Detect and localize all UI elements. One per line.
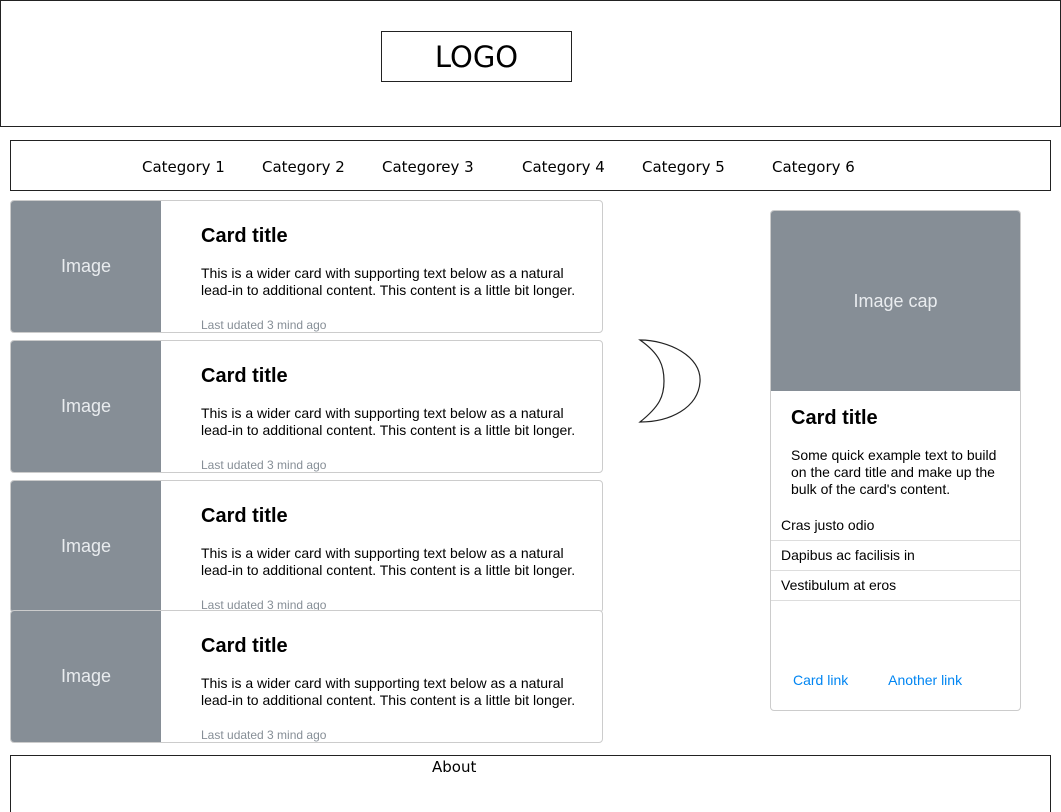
header: LOGO bbox=[0, 0, 1061, 127]
list-item[interactable]: Dapibus ac facilisis in bbox=[771, 541, 1020, 571]
card-title: Card title bbox=[201, 635, 288, 657]
card-updated-text: Last udated 3 mind ago bbox=[201, 728, 327, 742]
card-image: Image bbox=[11, 341, 161, 472]
category-nav: Category 1 Category 2 Categorey 3 Catego… bbox=[10, 140, 1051, 191]
card-title: Card title bbox=[201, 225, 288, 247]
card-image: Image bbox=[11, 201, 161, 332]
card-text: Some quick example text to build on the … bbox=[791, 447, 997, 497]
nav-item-category-4[interactable]: Category 4 bbox=[522, 158, 605, 176]
card-title: Card title bbox=[201, 365, 288, 387]
nav-item-category-1[interactable]: Category 1 bbox=[142, 158, 225, 176]
card-image: Image bbox=[11, 481, 161, 612]
about-link[interactable]: About bbox=[432, 758, 476, 776]
card-title: Card title bbox=[201, 505, 288, 527]
moon-shape-icon[interactable] bbox=[638, 338, 704, 424]
card-text: This is a wider card with supporting tex… bbox=[201, 675, 576, 708]
card-links: Card link Another link bbox=[793, 672, 962, 688]
another-link[interactable]: Another link bbox=[888, 672, 962, 688]
card-updated-text: Last udated 3 mind ago bbox=[201, 318, 327, 332]
card-title: Card title bbox=[791, 407, 878, 429]
card-text: This is a wider card with supporting tex… bbox=[201, 265, 576, 298]
horizontal-card[interactable]: Image Card title This is a wider card wi… bbox=[10, 200, 603, 333]
nav-item-category-5[interactable]: Category 5 bbox=[642, 158, 725, 176]
horizontal-card[interactable]: Image Card title This is a wider card wi… bbox=[10, 480, 603, 613]
card-text: This is a wider card with supporting tex… bbox=[201, 545, 576, 578]
footer: About bbox=[10, 755, 1051, 812]
card-text: This is a wider card with supporting tex… bbox=[201, 405, 576, 438]
card-list-group: Cras justo odio Dapibus ac facilisis in … bbox=[771, 511, 1020, 601]
card-image-cap: Image cap bbox=[771, 211, 1020, 391]
nav-item-category-2[interactable]: Category 2 bbox=[262, 158, 345, 176]
nav-item-category-3[interactable]: Categorey 3 bbox=[382, 158, 474, 176]
card-link[interactable]: Card link bbox=[793, 672, 848, 688]
card-updated-text: Last udated 3 mind ago bbox=[201, 458, 327, 472]
logo[interactable]: LOGO bbox=[381, 31, 572, 82]
horizontal-card[interactable]: Image Card title This is a wider card wi… bbox=[10, 610, 603, 743]
list-item[interactable]: Cras justo odio bbox=[771, 511, 1020, 541]
nav-item-category-6[interactable]: Category 6 bbox=[772, 158, 855, 176]
horizontal-card[interactable]: Image Card title This is a wider card wi… bbox=[10, 340, 603, 473]
card-image: Image bbox=[11, 611, 161, 742]
list-item[interactable]: Vestibulum at eros bbox=[771, 571, 1020, 601]
side-card: Image cap Card title Some quick example … bbox=[770, 210, 1021, 711]
